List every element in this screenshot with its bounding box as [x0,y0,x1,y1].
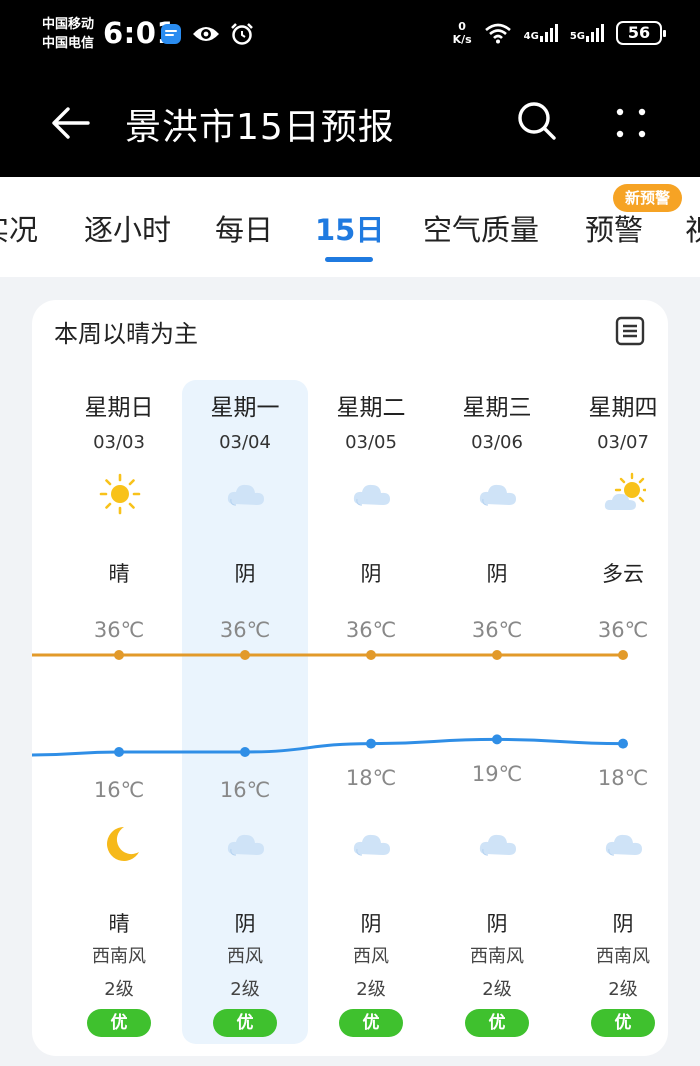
network-speed: 0 K/s [453,20,472,46]
weekday-label: 星期一 [210,395,280,421]
moon-icon [107,827,139,861]
tab-air-quality[interactable]: 空气质量 [423,207,539,249]
message-icon [161,24,181,44]
network-type-2: 5G [569,31,585,42]
wind-direction: 西风 [353,946,389,967]
new-warning-badge: 新预警 [613,184,683,212]
status-app-icons [160,22,254,46]
alarm-icon [231,23,253,45]
tab-realtime[interactable]: 实况 [0,207,38,249]
page-title: 景洪市15日预报 [125,107,395,148]
aqi-badge: 优 [591,1009,655,1037]
weekday-label: 星期三 [462,395,532,421]
day-column[interactable]: 星期二 03/05 阴 36℃ 18℃ 阴西风 2级优 [308,300,434,1056]
sun-icon [99,473,141,515]
tab-video[interactable]: 视 [685,207,700,249]
cloud-icon [479,834,516,856]
signal-bars-icon [539,24,558,42]
date-label: 03/06 [471,432,523,453]
date-label: 03/04 [219,432,271,453]
low-temp: 19℃ [471,762,523,786]
date-label: 03/07 [597,432,649,453]
aqi-badge: 优 [339,1009,403,1037]
tab-bar: 实况 逐小时 每日 15日 空气质量 预警 视 [0,177,700,277]
battery-icon: 56 [616,21,666,45]
night-condition: 阴 [234,912,256,936]
night-condition: 阴 [612,912,634,936]
aqi-badge: 优 [213,1009,277,1037]
weekday-label: 星期四 [588,395,658,421]
carrier-info: 中国移动 中国电信 [42,15,94,53]
wind-level: 2级 [230,979,260,1000]
night-condition: 阴 [486,912,508,936]
speed-value: 0 [458,20,466,33]
day-column[interactable]: 星期四 03/07 多云 36℃ 18℃ 阴西南风 2级优 [560,300,668,1056]
wind-level: 2级 [482,979,512,1000]
high-temp: 36℃ [597,618,649,642]
day-column[interactable]: 星期三 03/06 阴 36℃ 19℃ 阴西南风 2级优 [434,300,560,1056]
weekday-label: 星期二 [336,395,406,421]
cloud-icon [227,834,264,856]
date-label: 03/05 [345,432,397,453]
wind-level: 2级 [104,979,134,1000]
search-icon[interactable] [514,98,560,144]
low-temp: 16℃ [93,778,145,802]
signal-1: 4G [524,24,558,42]
status-bar: 中国移动 中国电信 6:01 0 K/s 4G 5G 56 [0,0,700,72]
tab-indicator [325,257,373,262]
cloud-icon [605,834,642,856]
night-condition: 阴 [360,912,382,936]
title-bar: 景洪市15日预报 [0,72,700,177]
wind-direction: 西南风 [470,946,524,967]
more-icon[interactable] [608,100,654,146]
weekday-label: 星期日 [84,395,154,421]
cloud-icon [227,484,264,506]
high-temp: 36℃ [219,618,271,642]
cloud-icon [353,834,390,856]
carrier-2: 中国电信 [42,36,95,51]
signal-bars-icon [586,24,604,42]
battery-level: 56 [627,23,651,42]
day-condition: 阴 [360,562,382,586]
day-condition: 阴 [234,562,256,586]
date-label: 03/03 [93,432,145,453]
tab-hourly[interactable]: 逐小时 [84,207,171,249]
day-column[interactable]: 星期日 03/03 晴 36℃ 16℃ 晴西南风 2级优 [56,300,182,1056]
wifi-icon [484,23,511,44]
eye-icon [193,27,219,41]
tab-daily[interactable]: 每日 [215,207,273,249]
speed-unit: K/s [452,33,472,46]
high-temp: 36℃ [345,618,397,642]
low-temp: 18℃ [597,766,649,790]
wind-level: 2级 [608,979,638,1000]
high-temp: 36℃ [471,618,523,642]
wind-direction: 西南风 [92,946,146,967]
night-condition: 晴 [108,912,130,936]
wind-direction: 西南风 [596,946,650,967]
cloud-icon [353,484,390,506]
day-column[interactable]: 星期一 03/04 阴 36℃ 16℃ 阴西风 2级优 [182,300,308,1056]
carrier-1: 中国移动 [42,17,95,32]
network-type-1: 4G [523,31,539,42]
low-temp: 18℃ [345,766,397,790]
aqi-badge: 优 [465,1009,529,1037]
day-condition: 晴 [108,562,130,586]
day-condition: 多云 [602,562,644,586]
signal-2: 5G [570,24,604,42]
arrow-left-icon[interactable] [48,100,94,146]
high-temp: 36℃ [93,618,145,642]
forecast-card: 本周以晴为主 星期日 03/03 晴 36℃ 16℃ 晴西南风 2级优星期一 03/04 阴 36… [32,300,668,1056]
aqi-badge: 优 [87,1009,151,1037]
wind-level: 2级 [356,979,386,1000]
cloud-icon [479,484,516,506]
day-condition: 阴 [486,562,508,586]
tab-15-day[interactable]: 15日 [315,207,384,249]
low-temp: 16℃ [219,778,271,802]
tab-warning[interactable]: 预警 [585,207,643,249]
status-system-icons: 0 K/s 4G 5G 56 [453,20,666,46]
wind-direction: 西风 [227,946,263,967]
partly-cloudy-icon [604,472,646,510]
